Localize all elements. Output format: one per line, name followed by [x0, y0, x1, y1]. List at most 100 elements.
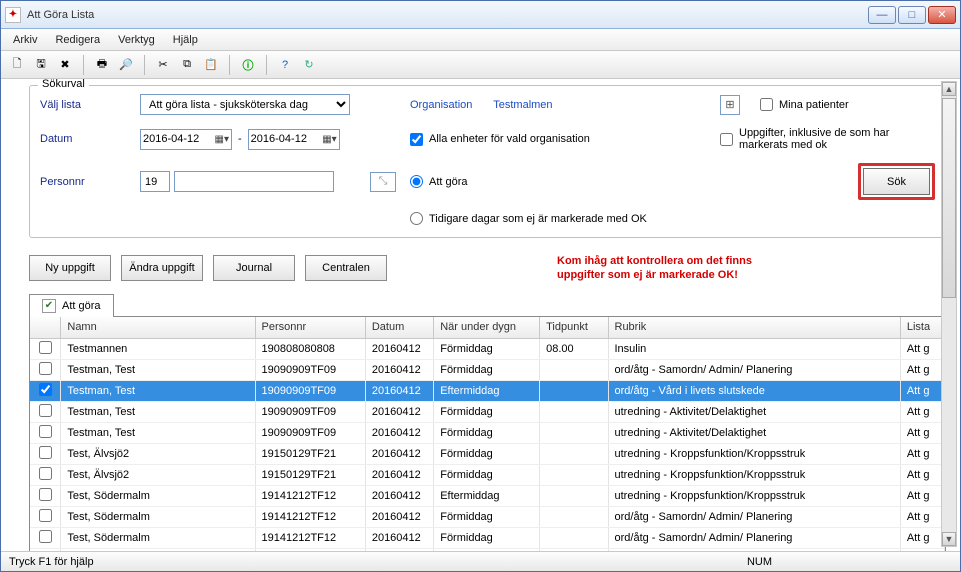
- info-icon[interactable]: ⓘ: [238, 55, 258, 75]
- chk-uppgifter[interactable]: Uppgifter, inklusive de som har markerat…: [720, 127, 935, 151]
- link-testmalmen[interactable]: Testmalmen: [493, 99, 552, 111]
- cell-lista: Att g: [900, 339, 944, 360]
- cut-icon[interactable]: ✂: [153, 55, 173, 75]
- row-checkbox[interactable]: [39, 467, 52, 480]
- table-row[interactable]: Testman, Test19090909TF0920160412Förmidd…: [30, 423, 945, 444]
- personnr-prefix[interactable]: [140, 171, 170, 192]
- cell-personnr: 19150129TF21: [255, 465, 365, 486]
- tab-attgora[interactable]: ✔ Att göra: [29, 294, 114, 317]
- cell-rubrik: ord/åtg - Samordn/ Admin/ Planering: [608, 507, 900, 528]
- radio-tidigare-input[interactable]: [410, 212, 423, 225]
- col-nar[interactable]: När under dygn: [434, 317, 540, 339]
- btn-centralen[interactable]: Centralen: [305, 255, 387, 281]
- chk-uppgifter-input[interactable]: [720, 133, 733, 146]
- cell-namn: Testman, Test: [61, 360, 255, 381]
- scroll-up-icon[interactable]: ▲: [942, 82, 956, 96]
- col-datum[interactable]: Datum: [365, 317, 433, 339]
- maximize-button[interactable]: □: [898, 6, 926, 24]
- search-button[interactable]: Sök: [863, 168, 930, 195]
- status-num: NUM: [747, 556, 772, 568]
- chk-alla-input[interactable]: [410, 133, 423, 146]
- table-row[interactable]: Testman, Test19090909TF0920160412Förmidd…: [30, 402, 945, 423]
- personnr-lookup-icon[interactable]: ⤡: [370, 172, 396, 192]
- table-row[interactable]: Testmannen19080808080820160412Förmiddag0…: [30, 339, 945, 360]
- cell-personnr: 19090909TF09: [255, 402, 365, 423]
- find-icon[interactable]: 🔎: [116, 55, 136, 75]
- print-icon[interactable]: 🖶: [92, 55, 112, 75]
- chk-mina-input[interactable]: [760, 98, 773, 111]
- scroll-thumb[interactable]: [942, 98, 956, 298]
- new-icon[interactable]: 🗋: [7, 55, 27, 75]
- paste-icon[interactable]: 📋: [201, 55, 221, 75]
- btn-ny-uppgift[interactable]: Ny uppgift: [29, 255, 111, 281]
- row-checkbox[interactable]: [39, 509, 52, 522]
- col-tidpunkt[interactable]: Tidpunkt: [540, 317, 608, 339]
- row-checkbox[interactable]: [39, 488, 52, 501]
- cell-lista: Att g: [900, 444, 944, 465]
- cell-nar: Förmiddag: [434, 507, 540, 528]
- cell-lista: Att g: [900, 360, 944, 381]
- cell-tidpunkt: [540, 423, 608, 444]
- row-checkbox[interactable]: [39, 341, 52, 354]
- reminder-text: Kom ihåg att kontrollera om det finns up…: [557, 254, 752, 283]
- row-checkbox[interactable]: [39, 530, 52, 543]
- table-row[interactable]: Test, Älvsjö219150129TF2120160412Förmidd…: [30, 444, 945, 465]
- table-row[interactable]: Testman, Test19090909TF0920160412Eftermi…: [30, 381, 945, 402]
- row-checkbox[interactable]: [39, 383, 52, 396]
- menu-hjalp[interactable]: Hjälp: [165, 32, 206, 48]
- table-row[interactable]: Test, Södermalm19141212TF1220160412Efter…: [30, 486, 945, 507]
- btn-journal[interactable]: Journal: [213, 255, 295, 281]
- menu-redigera[interactable]: Redigera: [47, 32, 108, 48]
- menu-arkiv[interactable]: Arkiv: [5, 32, 45, 48]
- col-namn[interactable]: Namn: [61, 317, 255, 339]
- row-checkbox[interactable]: [39, 362, 52, 375]
- copy-icon[interactable]: ⧉: [177, 55, 197, 75]
- date-from[interactable]: 2016-04-12▦▾: [140, 129, 232, 150]
- check-icon: ✔: [42, 299, 56, 313]
- search-legend: Sökurval: [38, 79, 89, 90]
- cell-tidpunkt: [540, 486, 608, 507]
- date-to[interactable]: 2016-04-12▦▾: [248, 129, 340, 150]
- close-button[interactable]: ✕: [928, 6, 956, 24]
- col-check[interactable]: [30, 317, 61, 339]
- col-personnr[interactable]: Personnr: [255, 317, 365, 339]
- row-checkbox[interactable]: [39, 404, 52, 417]
- cell-datum: 20160412: [365, 507, 433, 528]
- org-tree-icon[interactable]: ⊞: [720, 95, 740, 115]
- row-checkbox[interactable]: [39, 425, 52, 438]
- table-row[interactable]: Test, Södermalm19141212TF1220160412Förmi…: [30, 507, 945, 528]
- cell-datum: 20160412: [365, 423, 433, 444]
- vertical-scrollbar[interactable]: ▲ ▼: [941, 81, 957, 547]
- cell-personnr: 19090909TF09: [255, 360, 365, 381]
- cell-lista: Att g: [900, 486, 944, 507]
- link-organisation[interactable]: Organisation: [410, 99, 472, 111]
- radio-attgora[interactable]: Att göra: [410, 175, 710, 188]
- cell-rubrik: utredning - Aktivitet/Delaktighet: [608, 423, 900, 444]
- row-checkbox[interactable]: [39, 446, 52, 459]
- col-rubrik[interactable]: Rubrik: [608, 317, 900, 339]
- chk-alla-enheter[interactable]: Alla enheter för vald organisation: [410, 133, 710, 146]
- minimize-button[interactable]: —: [868, 6, 896, 24]
- table-container: Namn Personnr Datum När under dygn Tidpu…: [29, 317, 946, 551]
- table-row[interactable]: Test, Södermalm19141212TF1220160412Förmi…: [30, 528, 945, 549]
- select-lista[interactable]: Att göra lista - sjuksköterska dag: [140, 94, 350, 115]
- col-lista[interactable]: Lista: [900, 317, 944, 339]
- cell-rubrik: Insulin: [608, 339, 900, 360]
- radio-tidigare[interactable]: Tidigare dagar som ej är markerade med O…: [410, 212, 710, 225]
- help-icon[interactable]: ?: [275, 55, 295, 75]
- save-icon[interactable]: 🖫: [31, 55, 51, 75]
- radio-attgora-input[interactable]: [410, 175, 423, 188]
- cell-namn: Test, Älvsjö2: [61, 465, 255, 486]
- personnr-input[interactable]: [174, 171, 334, 192]
- chk-mina-patienter[interactable]: Mina patienter: [760, 98, 849, 111]
- btn-andra-uppgift[interactable]: Ändra uppgift: [121, 255, 203, 281]
- scroll-down-icon[interactable]: ▼: [942, 532, 956, 546]
- cell-datum: 20160412: [365, 360, 433, 381]
- cell-nar: Förmiddag: [434, 339, 540, 360]
- app-icon: ✦: [5, 7, 21, 23]
- refresh-icon[interactable]: ↻: [299, 55, 319, 75]
- menu-verktyg[interactable]: Verktyg: [110, 32, 163, 48]
- table-row[interactable]: Test, Älvsjö219150129TF2120160412Förmidd…: [30, 465, 945, 486]
- table-row[interactable]: Testman, Test19090909TF0920160412Förmidd…: [30, 360, 945, 381]
- delete-icon[interactable]: ✖: [55, 55, 75, 75]
